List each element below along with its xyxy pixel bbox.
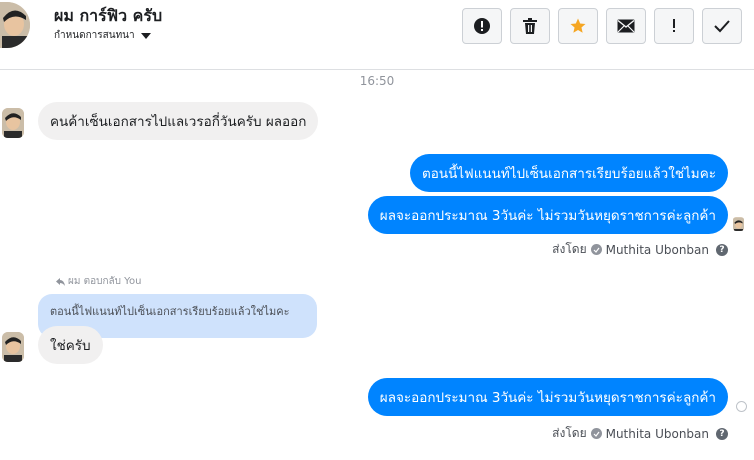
trash-icon bbox=[523, 18, 537, 34]
contact-avatar[interactable] bbox=[0, 2, 30, 48]
message-timestamp: 16:50 bbox=[359, 74, 395, 88]
star-icon bbox=[570, 18, 586, 33]
delete-button[interactable] bbox=[510, 8, 550, 44]
customer-avatar[interactable] bbox=[2, 108, 24, 138]
help-icon[interactable]: ? bbox=[716, 427, 728, 440]
sent-by-name[interactable]: Muthita Ubonban bbox=[606, 427, 709, 441]
important-button[interactable] bbox=[654, 8, 694, 44]
reply-arrow-icon bbox=[56, 277, 65, 286]
mark-unread-button[interactable] bbox=[606, 8, 646, 44]
seen-avatar bbox=[733, 217, 744, 231]
envelope-icon bbox=[617, 19, 635, 33]
message-bubble-outgoing[interactable]: ตอนนี้ไฟแนนท์ไปเซ็นเอกสารเรียบร้อยแล้วใช… bbox=[410, 154, 728, 192]
contact-name[interactable]: ผม การ์ฟิว ครับ bbox=[54, 4, 162, 29]
done-button[interactable] bbox=[702, 8, 742, 44]
sent-by-prefix: ส่งโดย bbox=[552, 242, 587, 256]
caret-down-icon bbox=[140, 32, 151, 39]
exclamation-icon bbox=[673, 19, 675, 32]
sent-by-info: ส่งโดย Muthita Ubonban ? bbox=[552, 240, 728, 259]
message-bubble-outgoing[interactable]: ผลจะออกประมาณ 3วันค่ะ ไม่รวมวันหยุดราชกา… bbox=[367, 196, 728, 234]
message-bubble-incoming[interactable]: คนค้าเซ็นเอกสารไปแลเวรอกี่วันครับ ผลออก bbox=[38, 102, 319, 140]
help-icon[interactable]: ? bbox=[716, 243, 728, 256]
check-circle-icon bbox=[590, 244, 602, 255]
delivered-status-icon bbox=[736, 401, 747, 412]
message-bubble-outgoing[interactable]: ผลจะออกประมาณ 3วันค่ะ ไม่รวมวันหยุดราชกา… bbox=[367, 378, 728, 416]
sent-by-name[interactable]: Muthita Ubonban bbox=[606, 243, 709, 257]
conversation-settings-label: กำหนดการสนทนา bbox=[54, 30, 135, 41]
warning-button[interactable] bbox=[462, 8, 502, 44]
sent-by-prefix: ส่งโดย bbox=[552, 426, 587, 440]
customer-avatar[interactable] bbox=[2, 332, 24, 362]
exclamation-circle-icon bbox=[474, 18, 490, 34]
conversation-settings-dropdown[interactable]: กำหนดการสนทนา bbox=[54, 28, 151, 43]
reply-label-text: ผม ตอบกลับ You bbox=[68, 276, 142, 287]
conversation-header: ผม การ์ฟิว ครับ กำหนดการสนทนา bbox=[0, 0, 754, 70]
checkmark-icon bbox=[714, 20, 730, 33]
reply-indicator: ผม ตอบกลับ You bbox=[56, 274, 141, 289]
check-circle-icon bbox=[590, 428, 602, 439]
star-button[interactable] bbox=[558, 8, 598, 44]
header-actions bbox=[462, 8, 742, 44]
message-bubble-incoming[interactable]: ใช่ครับ bbox=[38, 326, 103, 364]
sent-by-info: ส่งโดย Muthita Ubonban ? bbox=[552, 424, 728, 443]
